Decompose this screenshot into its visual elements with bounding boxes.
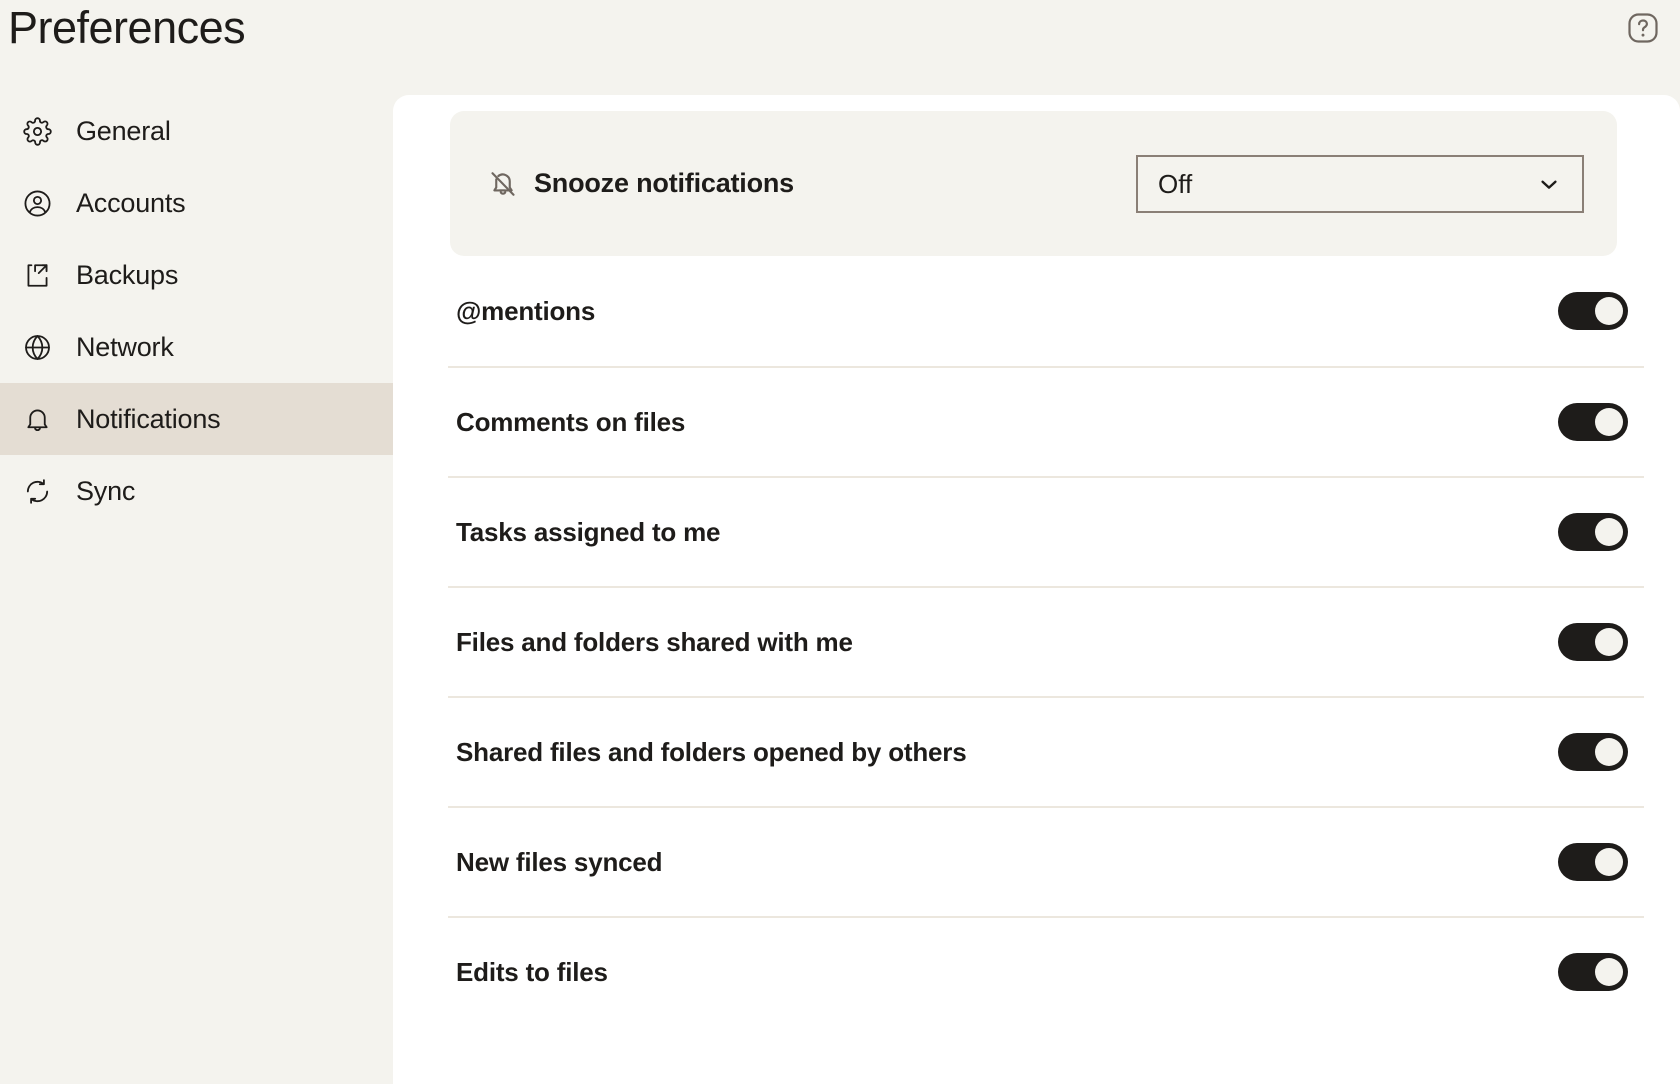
toggle-knob bbox=[1595, 628, 1623, 656]
sidebar-item-label: Sync bbox=[76, 475, 136, 506]
sidebar: General Accounts Backups Network Notific… bbox=[0, 95, 393, 1084]
help-circle-icon[interactable] bbox=[1625, 10, 1661, 46]
toggle-knob bbox=[1595, 297, 1623, 325]
toggle-new-files-synced[interactable] bbox=[1558, 843, 1628, 881]
sidebar-item-label: Notifications bbox=[76, 403, 221, 434]
bell-icon bbox=[22, 404, 52, 434]
toggle-knob bbox=[1595, 738, 1623, 766]
toggle-tasks-assigned-to-me[interactable] bbox=[1558, 513, 1628, 551]
table-row: Shared files and folders opened by other… bbox=[448, 696, 1644, 806]
chevron-down-icon bbox=[1538, 173, 1560, 195]
toggle-edits-to-files[interactable] bbox=[1558, 953, 1628, 991]
table-row: Edits to files bbox=[448, 916, 1644, 1026]
sidebar-item-label: Backups bbox=[76, 259, 179, 290]
gear-icon bbox=[22, 116, 52, 146]
sidebar-item-network[interactable]: Network bbox=[0, 311, 393, 383]
toggle-label: @mentions bbox=[456, 295, 596, 326]
toggle-label: Shared files and folders opened by other… bbox=[456, 736, 967, 767]
toggle-files-shared-with-me[interactable] bbox=[1558, 623, 1628, 661]
snooze-duration-select[interactable]: Off bbox=[1136, 155, 1584, 213]
sync-icon bbox=[22, 476, 52, 506]
snooze-notifications-label: Snooze notifications bbox=[534, 168, 795, 198]
sidebar-item-backups[interactable]: Backups bbox=[0, 239, 393, 311]
toggle-label: New files synced bbox=[456, 846, 663, 877]
toggle-label: Files and folders shared with me bbox=[456, 626, 853, 657]
globe-icon bbox=[22, 332, 52, 362]
toggle-label: Tasks assigned to me bbox=[456, 516, 721, 547]
snooze-duration-value: Off bbox=[1158, 169, 1193, 199]
toggle-label: Edits to files bbox=[456, 956, 608, 987]
settings-panel: Snooze notifications Off @mentions Comme… bbox=[393, 95, 1680, 1084]
table-row: @mentions bbox=[448, 256, 1644, 366]
sidebar-item-sync[interactable]: Sync bbox=[0, 455, 393, 527]
sidebar-item-label: Accounts bbox=[76, 187, 186, 218]
notification-toggle-list: @mentions Comments on files Tasks assign… bbox=[393, 256, 1680, 1026]
page-title: Preferences bbox=[8, 2, 246, 53]
sidebar-item-label: General bbox=[76, 115, 171, 146]
table-row: Comments on files bbox=[448, 366, 1644, 476]
bell-off-icon bbox=[488, 169, 518, 199]
toggle-knob bbox=[1595, 408, 1623, 436]
sidebar-item-accounts[interactable]: Accounts bbox=[0, 167, 393, 239]
toggle-knob bbox=[1595, 518, 1623, 546]
sidebar-item-general[interactable]: General bbox=[0, 95, 393, 167]
table-row: New files synced bbox=[448, 806, 1644, 916]
toggle-knob bbox=[1595, 848, 1623, 876]
backup-export-icon bbox=[22, 260, 52, 290]
toggle-knob bbox=[1595, 958, 1623, 986]
sidebar-item-notifications[interactable]: Notifications bbox=[0, 383, 393, 455]
toggle-mentions[interactable] bbox=[1558, 292, 1628, 330]
toggle-label: Comments on files bbox=[456, 406, 686, 437]
sidebar-item-label: Network bbox=[76, 331, 174, 362]
app-header: Preferences bbox=[0, 0, 1680, 95]
snooze-notifications-panel: Snooze notifications Off bbox=[450, 111, 1617, 256]
user-circle-icon bbox=[22, 188, 52, 218]
table-row: Files and folders shared with me bbox=[448, 586, 1644, 696]
toggle-comments-on-files[interactable] bbox=[1558, 403, 1628, 441]
toggle-shared-files-opened-by-others[interactable] bbox=[1558, 733, 1628, 771]
table-row: Tasks assigned to me bbox=[448, 476, 1644, 586]
snooze-label-group: Snooze notifications bbox=[488, 111, 794, 256]
